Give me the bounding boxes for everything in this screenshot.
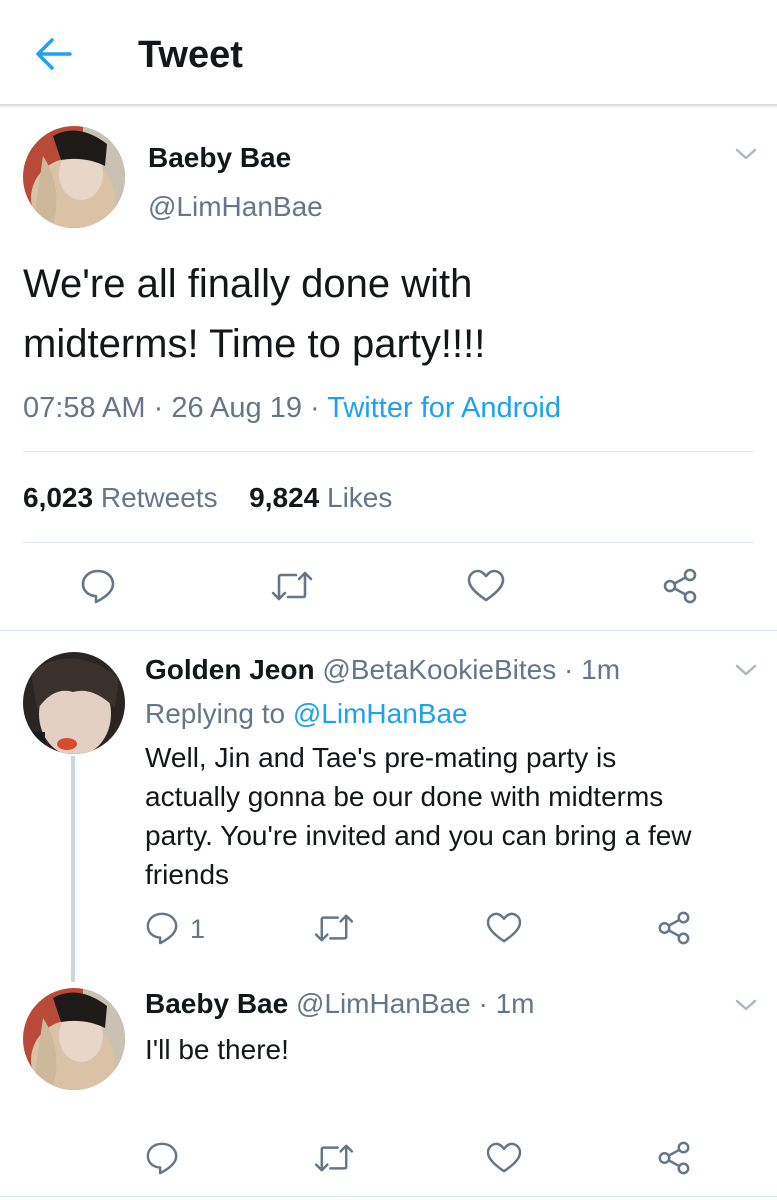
reply-text-line: friends bbox=[145, 859, 230, 890]
replying-to: Replying to @LimHanBae bbox=[145, 696, 468, 732]
likes-count: 9,824 bbox=[249, 482, 320, 513]
tweet-text-line-1: We're all finally done with bbox=[23, 262, 473, 306]
chevron-down-icon[interactable] bbox=[734, 997, 758, 1013]
reply-icon[interactable] bbox=[145, 1140, 179, 1181]
reply-header: Baeby Bae @LimHanBae · 1m bbox=[145, 986, 535, 1022]
share-icon[interactable] bbox=[656, 1140, 692, 1181]
divider bbox=[23, 542, 754, 543]
meta-separator: · bbox=[310, 392, 320, 424]
reply-text-line: I'll be there! bbox=[145, 1034, 289, 1065]
retweets-label: Retweets bbox=[100, 482, 218, 513]
reply-icon[interactable] bbox=[80, 567, 116, 610]
tweet-text-line-2: midterms! Time to party!!!! bbox=[23, 322, 486, 366]
tweet-source-link[interactable]: Twitter for Android bbox=[327, 392, 561, 424]
replying-to-mention[interactable]: @LimHanBae bbox=[293, 698, 468, 729]
retweets-count: 6,023 bbox=[23, 482, 94, 513]
meta-separator: · bbox=[478, 988, 488, 1019]
divider bbox=[0, 630, 777, 631]
share-icon[interactable] bbox=[656, 910, 692, 951]
top-app-bar bbox=[0, 0, 777, 106]
thread-line bbox=[71, 756, 75, 982]
tweet-stats: 6,023 Retweets 9,824 Likes bbox=[23, 479, 392, 517]
header-shadow bbox=[0, 104, 777, 108]
replying-to-label: Replying to bbox=[145, 698, 286, 729]
meta-separator: · bbox=[564, 654, 574, 685]
reply-header: Golden Jeon @BetaKookieBites · 1m bbox=[145, 652, 620, 688]
retweet-icon[interactable] bbox=[313, 1142, 355, 1179]
reply-author-handle[interactable]: @LimHanBae bbox=[296, 988, 471, 1019]
like-icon[interactable] bbox=[486, 912, 522, 949]
tweet-meta: 07:58 AM · 26 Aug 19 · Twitter for Andro… bbox=[23, 389, 561, 427]
chevron-down-icon[interactable] bbox=[734, 662, 758, 678]
avatar[interactable] bbox=[23, 126, 125, 228]
retweets-stat[interactable]: 6,023 Retweets bbox=[23, 482, 218, 513]
avatar[interactable] bbox=[23, 652, 125, 754]
reply-text-line: Well, Jin and Tae's pre-mating party is bbox=[145, 742, 617, 773]
likes-stat[interactable]: 9,824 Likes bbox=[249, 482, 392, 513]
likes-label: Likes bbox=[327, 482, 393, 513]
tweet-time: 07:58 AM bbox=[23, 392, 146, 424]
tweet-date: 26 Aug 19 bbox=[171, 392, 302, 424]
reply-icon[interactable] bbox=[145, 910, 179, 951]
reply-count: 1 bbox=[190, 914, 206, 944]
arrow-left-icon bbox=[36, 38, 72, 70]
reply-text-line: party. You're invited and you can bring … bbox=[145, 820, 692, 851]
back-button[interactable] bbox=[34, 36, 74, 72]
reply-text-line: actually gonna be our done with midterms bbox=[145, 781, 664, 812]
reply-author-name[interactable]: Baeby Bae bbox=[145, 988, 288, 1019]
chevron-down-icon[interactable] bbox=[734, 146, 758, 162]
divider bbox=[23, 451, 754, 452]
reply-time: 1m bbox=[495, 988, 535, 1019]
like-icon[interactable] bbox=[486, 1142, 522, 1179]
tweet-author-name[interactable]: Baeby Bae bbox=[148, 140, 291, 176]
avatar[interactable] bbox=[23, 988, 125, 1090]
meta-separator: · bbox=[153, 392, 164, 424]
share-icon[interactable] bbox=[661, 567, 699, 610]
retweet-icon[interactable] bbox=[270, 569, 314, 608]
reply-author-handle[interactable]: @BetaKookieBites bbox=[322, 654, 556, 685]
retweet-icon[interactable] bbox=[313, 912, 355, 949]
divider bbox=[0, 1196, 777, 1197]
reply-author-name[interactable]: Golden Jeon bbox=[145, 654, 315, 685]
tweet-author-handle[interactable]: @LimHanBae bbox=[148, 189, 323, 225]
reply-time: 1m bbox=[581, 654, 621, 685]
page-title: Tweet bbox=[138, 34, 243, 76]
like-icon[interactable] bbox=[467, 569, 505, 608]
